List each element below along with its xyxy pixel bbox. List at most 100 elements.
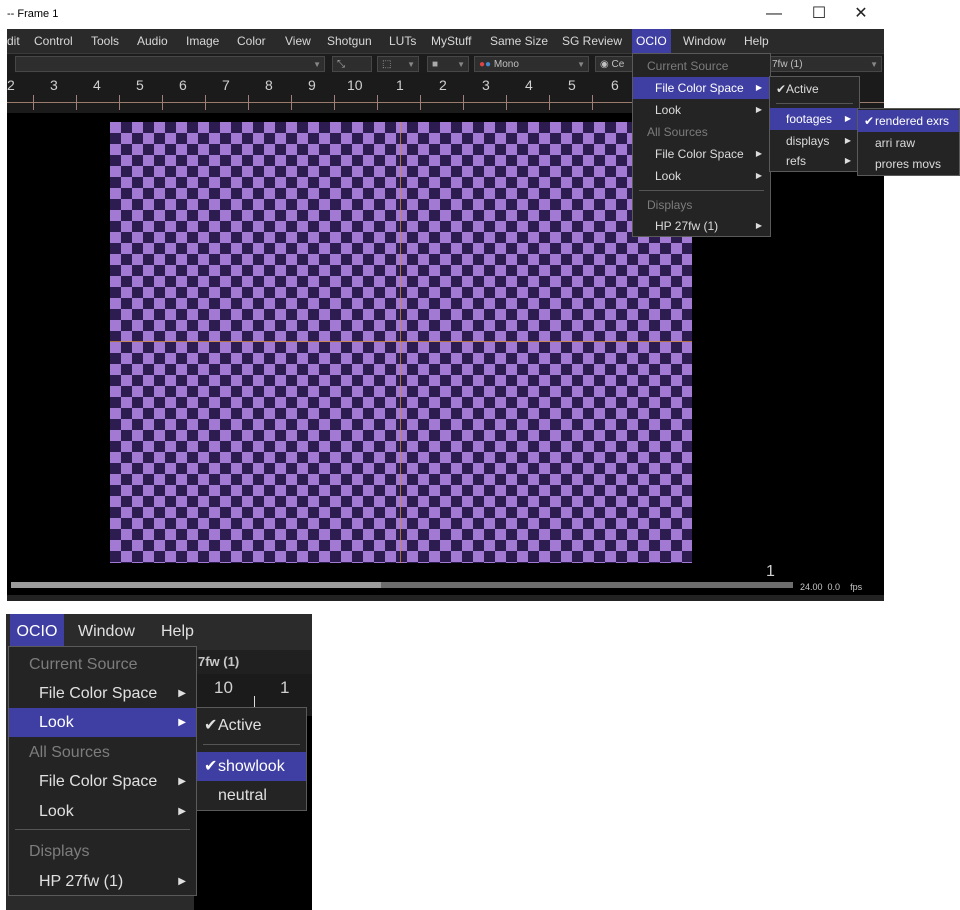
item-label: File Color Space (39, 685, 158, 702)
menu-separator (15, 829, 190, 830)
checkmark-icon: ✔ (864, 114, 875, 128)
zoom-menu-ocio[interactable]: OCIO (10, 614, 64, 650)
ruler-number: 7 (222, 77, 230, 93)
menu-item-all-file-color-space[interactable]: File Color Space ▶ (633, 143, 770, 165)
color-dropdown[interactable]: ◉ Ce (595, 56, 635, 72)
checkmark-icon: ✔ (204, 758, 218, 775)
menu-item-arri-raw[interactable]: arri raw (858, 132, 959, 154)
menu-luts[interactable]: LUTs (389, 29, 416, 53)
ruler-number: 2 (7, 77, 15, 93)
ruler-number: 6 (611, 77, 619, 93)
menu-mystuff[interactable]: MyStuff (431, 29, 471, 53)
ruler-tick (549, 95, 550, 110)
menu-item-rendered-exrs[interactable]: ✔ rendered exrs (858, 110, 959, 132)
menu-item-showlook[interactable]: ✔ showlook (197, 752, 306, 781)
footages-submenu: ✔ rendered exrs arri raw prores movs (857, 108, 960, 176)
chevron-right-icon: ▶ (844, 114, 851, 123)
menu-item-file-color-space[interactable]: File Color Space ▶ (633, 77, 770, 99)
chevron-right-icon: ▶ (755, 83, 762, 92)
menu-tools[interactable]: Tools (91, 29, 119, 53)
chevron-right-icon: ▶ (755, 105, 762, 114)
chevron-right-icon: ▶ (178, 806, 186, 817)
menu-item-all-look[interactable]: Look ▶ (633, 165, 770, 187)
zoom-menu-window[interactable]: Window (78, 614, 135, 650)
maximize-button[interactable]: ☐ (804, 3, 834, 25)
guide-horizontal (110, 341, 692, 342)
close-button[interactable]: ✕ (846, 3, 876, 25)
menu-item-refs[interactable]: refs ▶ (770, 150, 859, 172)
item-label: footages (786, 112, 833, 126)
chevron-right-icon: ▶ (178, 688, 186, 699)
menu-item-footages[interactable]: footages ▶ (770, 108, 859, 130)
menu-item-active[interactable]: ✔ Active (770, 78, 859, 100)
channel-label: Mono (493, 59, 519, 70)
wipe-icon: ⤡ (337, 59, 345, 70)
menu-sg-review[interactable]: SG Review (562, 29, 622, 53)
title-bar: -- Frame 1 — ☐ ✕ (7, 0, 884, 29)
menu-color[interactable]: Color (237, 29, 266, 53)
item-label: Look (655, 103, 682, 117)
menu-audio[interactable]: Audio (137, 29, 168, 53)
minimize-button[interactable]: — (759, 3, 789, 25)
menu-item-active[interactable]: ✔ Active (197, 711, 306, 740)
item-label: File Color Space (655, 81, 744, 95)
ruler-tick (33, 95, 34, 110)
checkmark-icon: ✔ (776, 82, 787, 96)
ruler-tick (334, 95, 335, 110)
ruler-tick (420, 95, 421, 110)
timeline-scrubber[interactable] (11, 582, 793, 588)
background-color-button[interactable]: ■ ▼ (427, 56, 469, 72)
ruler-tick (248, 95, 249, 110)
ruler-tick (76, 95, 77, 110)
ruler-number: 1 (396, 77, 404, 93)
menu-same-size[interactable]: Same Size (490, 29, 548, 53)
item-label: Active (786, 82, 819, 96)
menu-control[interactable]: Control (34, 29, 73, 53)
fps-offset: 0.0 (827, 582, 841, 592)
zoom-menu-help[interactable]: Help (161, 614, 194, 650)
item-label: HP 27fw (1) (39, 873, 124, 890)
ruler-number: 4 (525, 77, 533, 93)
display-dropdown[interactable]: 7fw (1) ▼ (767, 56, 882, 72)
ruler-number: 9 (308, 77, 316, 93)
menu-item-display-hp[interactable]: HP 27fw (1) ▶ (633, 215, 770, 237)
menu-separator (776, 103, 853, 104)
menu-item-all-look[interactable]: Look ▶ (9, 797, 196, 826)
menu-item-display-hp[interactable]: HP 27fw (1) ▶ (9, 867, 196, 896)
menu-shotgun[interactable]: Shotgun (327, 29, 372, 53)
menu-image[interactable]: Image (186, 29, 219, 53)
menu-separator (203, 744, 300, 745)
ruler-tick (377, 95, 378, 110)
menu-item-neutral[interactable]: neutral (197, 781, 306, 810)
menu-view[interactable]: View (285, 29, 311, 53)
channel-dropdown[interactable]: ●● Mono ▼ (474, 56, 589, 72)
menu-ocio[interactable]: OCIO (632, 29, 671, 53)
zoom-ocio-menu: Current Source File Color Space ▶ Look ▶ A… (8, 646, 197, 896)
frame-tool-button[interactable]: ⬚ ▼ (377, 56, 419, 72)
menu-item-look[interactable]: Look ▶ (633, 99, 770, 121)
menu-item-prores-movs[interactable]: prores movs (858, 153, 959, 175)
chevron-right-icon: ▶ (178, 876, 186, 887)
ruler-tick (205, 95, 206, 110)
ruler-tick (463, 95, 464, 110)
wipe-tool-button[interactable]: ⤡ (332, 56, 372, 72)
menu-help[interactable]: Help (744, 29, 769, 53)
color-label: Ce (611, 59, 625, 70)
menu-item-look[interactable]: Look ▶ (9, 708, 196, 737)
menu-item-file-color-space[interactable]: File Color Space ▶ (9, 679, 196, 708)
ruler-number: 3 (50, 77, 58, 93)
file-color-space-submenu: ✔ Active footages ▶ displays ▶ refs ▶ (769, 76, 860, 172)
menu-window[interactable]: Window (683, 29, 726, 53)
ruler-number: 4 (93, 77, 101, 93)
item-label: Look (39, 803, 74, 820)
menu-edit[interactable]: dit (7, 29, 20, 53)
menu-item-displays[interactable]: displays ▶ (770, 130, 859, 152)
ruler-tick (506, 95, 507, 110)
source-dropdown[interactable]: ▼ (15, 56, 325, 72)
chevron-right-icon: ▶ (755, 221, 762, 230)
chevron-right-icon: ▶ (755, 171, 762, 180)
menu-item-all-file-color-space[interactable]: File Color Space ▶ (9, 767, 196, 796)
ruler-tick (592, 95, 593, 110)
menu-separator (639, 190, 764, 191)
image-viewer-checkerboard[interactable] (110, 122, 692, 563)
